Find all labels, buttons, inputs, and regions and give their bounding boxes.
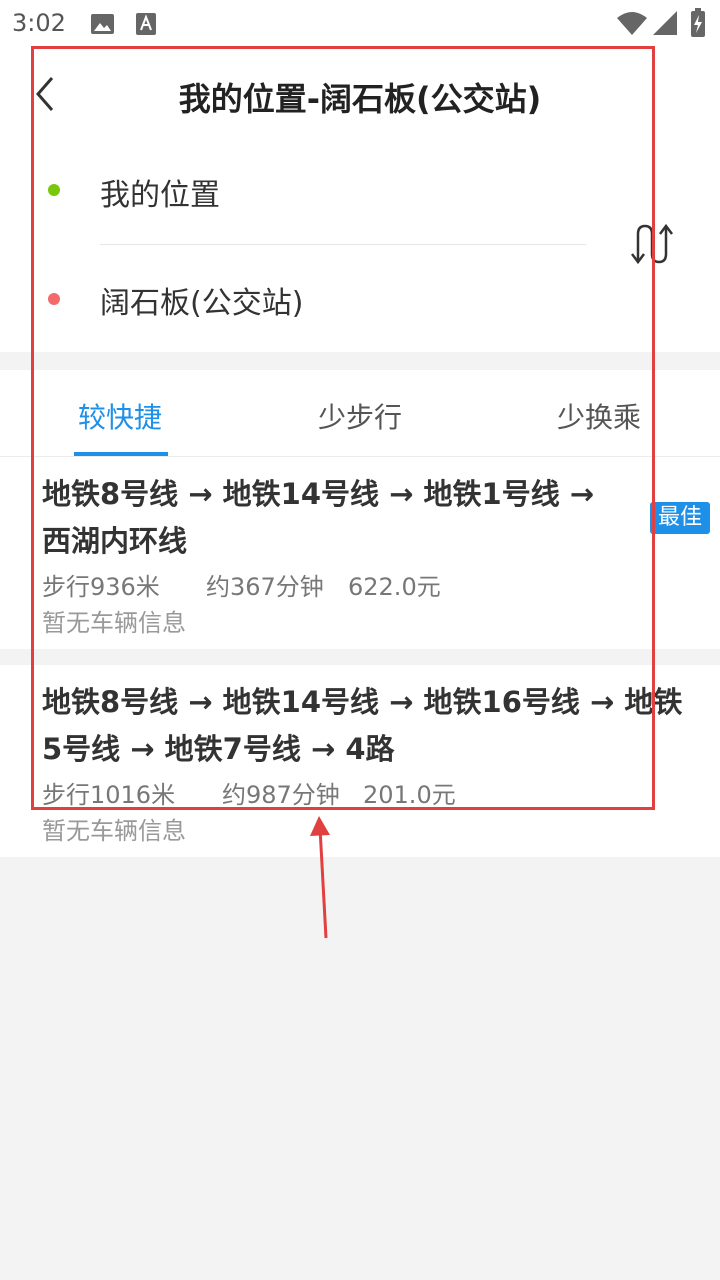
route-title: 地铁8号线 → 地铁14号线 → 地铁1号线 → 西湖内环线 (42, 477, 595, 558)
origin-field[interactable]: 我的位置 (100, 170, 220, 214)
tab-fewer-transfers[interactable]: 少换乘 (557, 396, 641, 436)
route-walk: 步行936米 (42, 573, 160, 601)
vehicle-info: 暂无车辆信息 (42, 609, 186, 637)
route-tabs: 较快捷 少步行 少换乘 (0, 370, 720, 457)
route-card[interactable]: 地铁8号线 → 地铁14号线 → 地铁1号线 → 西湖内环线 最佳 步行936米… (0, 457, 720, 649)
vehicle-info: 暂无车辆信息 (42, 817, 186, 845)
destination-field[interactable]: 阔石板(公交站) (100, 278, 303, 322)
tab-less-walking[interactable]: 少步行 (318, 396, 402, 436)
status-bar: 3:02 (0, 0, 720, 48)
page-title: 我的位置-阔石板(公交站) (178, 80, 542, 118)
best-badge: 最佳 (650, 502, 710, 534)
route-time: 约367分钟 (206, 573, 324, 601)
signal-icon (653, 11, 677, 35)
header: 我的位置-阔石板(公交站) (0, 48, 720, 140)
route-panel: 我的位置 阔石板(公交站) (0, 140, 720, 352)
status-time: 3:02 (12, 9, 66, 37)
destination-dot (48, 293, 60, 305)
tab-fastest[interactable]: 较快捷 (78, 396, 162, 436)
swap-icon[interactable] (628, 222, 678, 266)
route-time: 约987分钟 (222, 781, 340, 809)
image-icon (91, 14, 114, 34)
divider (100, 244, 586, 245)
route-card[interactable]: 地铁8号线 → 地铁14号线 → 地铁16号线 → 地铁5号线 → 地铁7号线 … (0, 665, 720, 857)
route-title: 地铁8号线 → 地铁14号线 → 地铁16号线 → 地铁5号线 → 地铁7号线 … (42, 685, 683, 766)
battery-charging-icon (691, 8, 705, 37)
route-cost: 201.0元 (363, 781, 456, 809)
text-a-icon (136, 13, 156, 35)
tab-indicator (74, 452, 168, 456)
route-walk: 步行1016米 (42, 781, 176, 809)
annotation-arrow-icon (310, 816, 330, 939)
route-cost: 622.0元 (348, 573, 441, 601)
origin-dot (48, 184, 60, 196)
wifi-icon (617, 12, 647, 35)
